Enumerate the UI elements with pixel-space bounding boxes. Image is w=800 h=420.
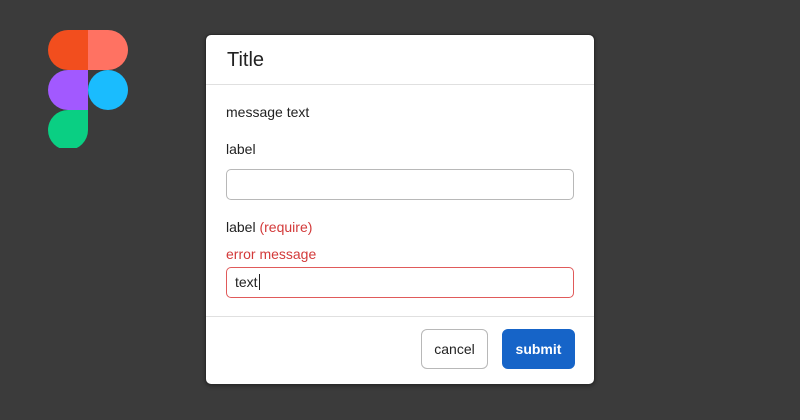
text-input[interactable] bbox=[226, 169, 574, 200]
submit-button[interactable]: submit bbox=[502, 329, 575, 369]
cancel-button[interactable]: cancel bbox=[421, 329, 488, 369]
required-field-label-text: label bbox=[226, 219, 256, 235]
field-label: label bbox=[226, 141, 256, 157]
text-caret bbox=[258, 274, 260, 290]
dialog-header: Title bbox=[206, 35, 594, 85]
dialog: Title message text label label (require)… bbox=[205, 34, 595, 385]
dialog-footer: cancel submit bbox=[206, 316, 594, 384]
dialog-title: Title bbox=[227, 49, 265, 71]
error-message: error message bbox=[226, 246, 317, 262]
required-text-input-value: text bbox=[235, 274, 258, 290]
require-indicator: (require) bbox=[259, 219, 313, 235]
required-field-label: label (require) bbox=[226, 219, 312, 235]
figma-logo-icon bbox=[48, 30, 128, 148]
required-text-input[interactable]: text bbox=[226, 267, 574, 298]
message-text: message text bbox=[226, 104, 310, 120]
